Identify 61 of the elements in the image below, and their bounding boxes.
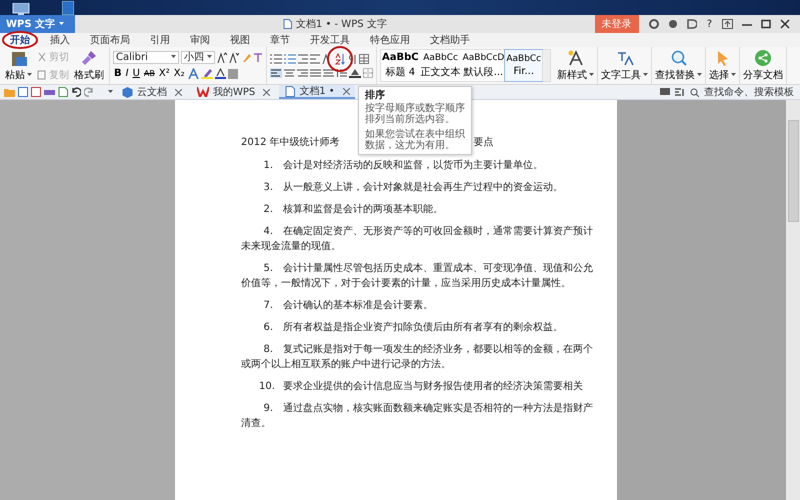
paragraph-line: 会计计量属性尽管包括历史成本、重置成本、可变现净值、现值和公允 (283, 262, 593, 276)
paragraph-line: 复式记账是指对于每一项发生的经济业务，都要以相等的金额，在两个 (283, 342, 593, 357)
paste-button[interactable]: 粘贴 (3, 48, 34, 83)
tooltip-text: 按字母顺序或数字顺序 排列当前所选内容。 (365, 103, 465, 125)
tool-button[interactable]: 文字工具 (599, 48, 650, 83)
subscript-button[interactable]: X₂ (172, 66, 186, 80)
underline-button[interactable]: U (132, 66, 141, 80)
list-number: 1. (262, 159, 273, 173)
list-number: 4. (262, 225, 273, 239)
ribbon-tab[interactable]: 开发工具 (304, 33, 356, 47)
superscript-button[interactable]: X² (158, 66, 171, 80)
style-preset[interactable]: AaBbCc Fir... (505, 50, 542, 81)
list-number: 9. (262, 402, 273, 416)
bold-button[interactable]: B (113, 66, 123, 80)
ribbon-tab[interactable]: 引用 (144, 33, 176, 47)
ribbon-tab[interactable]: 审阅 (184, 33, 216, 47)
list-number: 10. (259, 380, 273, 394)
paragraph-line: 未来现金流量的现值。 (241, 241, 341, 252)
document-tab[interactable]: 云文档 (116, 85, 188, 99)
search-field[interactable]: 查找命令、搜索模板 (704, 86, 796, 98)
format-painter-button[interactable]: 格式刷 (72, 48, 106, 83)
paragraph-line: 要求企业提供的会计信息应当与财务报告使用者的经济决策需要相关 (283, 380, 583, 394)
ribbon-tab[interactable]: 插入 (44, 33, 76, 47)
list-number: 3. (262, 181, 273, 195)
list-number: 6. (262, 321, 273, 335)
strikethrough-button[interactable]: AB (142, 66, 156, 80)
tool-button[interactable]: 新样式 (555, 48, 596, 83)
window-title: 文档1 • - WPS 文字 (296, 18, 387, 31)
tool-button[interactable]: 查找替换 (653, 48, 704, 83)
list-number: 8. (262, 343, 273, 357)
paragraph-line: 会计确认的基本标准是会计要素。 (283, 298, 433, 313)
paragraph-line: 核算和监督是会计的两项基本职能。 (283, 202, 443, 217)
paragraph-line: 价值等，一般情况下，对于会计要素的计量，应当采用历史成本计量属性。 (241, 278, 571, 289)
tooltip-text: 如果您尝试在表中组织 数据，这尤为有用。 (365, 129, 465, 151)
ribbon-tab[interactable]: 页面布局 (84, 33, 136, 47)
paragraph-line: 在确定固定资产、无形资产等的可收回金额时，通常需要计算资产预计 (283, 224, 593, 239)
heading-text: 要点 (474, 136, 494, 150)
ribbon-tab[interactable]: 视图 (224, 33, 256, 47)
heading-text: 2012 年中级统计师考 (241, 136, 340, 150)
ribbon-tab[interactable]: 文档助手 (424, 33, 476, 47)
list-number: 2. (262, 203, 273, 217)
ribbon-tab[interactable]: 章节 (264, 33, 296, 47)
font-size-field[interactable]: 小四 (181, 50, 215, 64)
tool-button[interactable]: 选择 (707, 48, 738, 83)
paragraph-line: 或两个以上相互联系的账户中进行记录的方法。 (241, 359, 451, 370)
ribbon-tab[interactable]: 特色应用 (364, 33, 416, 47)
italic-button[interactable]: I (124, 66, 130, 80)
paragraph-line: 从一般意义上讲，会计对象就是社会再生产过程中的资金运动。 (283, 180, 563, 195)
paragraph-line: 会计是对经济活动的反映和监督，以货币为主要计量单位。 (283, 158, 543, 173)
document-tab[interactable]: 文档1 • (279, 85, 356, 99)
help-button[interactable]: ? (706, 16, 713, 32)
list-number: 5. (262, 262, 273, 276)
list-number: 7. (262, 299, 273, 313)
tool-button[interactable]: 分享文档 (741, 48, 786, 83)
font-name-field[interactable]: Calibri (113, 50, 179, 64)
tooltip-title: 排序 (365, 90, 386, 101)
paragraph-line: 清查。 (241, 418, 271, 429)
paragraph-line: 通过盘点实物，核实账面数额来确定账实是否相符的一种方法是指财产 (283, 402, 593, 416)
document-tab[interactable]: 我的WPS (191, 85, 276, 99)
paragraph-line: 所有者权益是指企业资产扣除负债后由所有者享有的剩余权益。 (283, 320, 563, 335)
app-menu-button[interactable]: WPS 文字 (0, 15, 75, 33)
